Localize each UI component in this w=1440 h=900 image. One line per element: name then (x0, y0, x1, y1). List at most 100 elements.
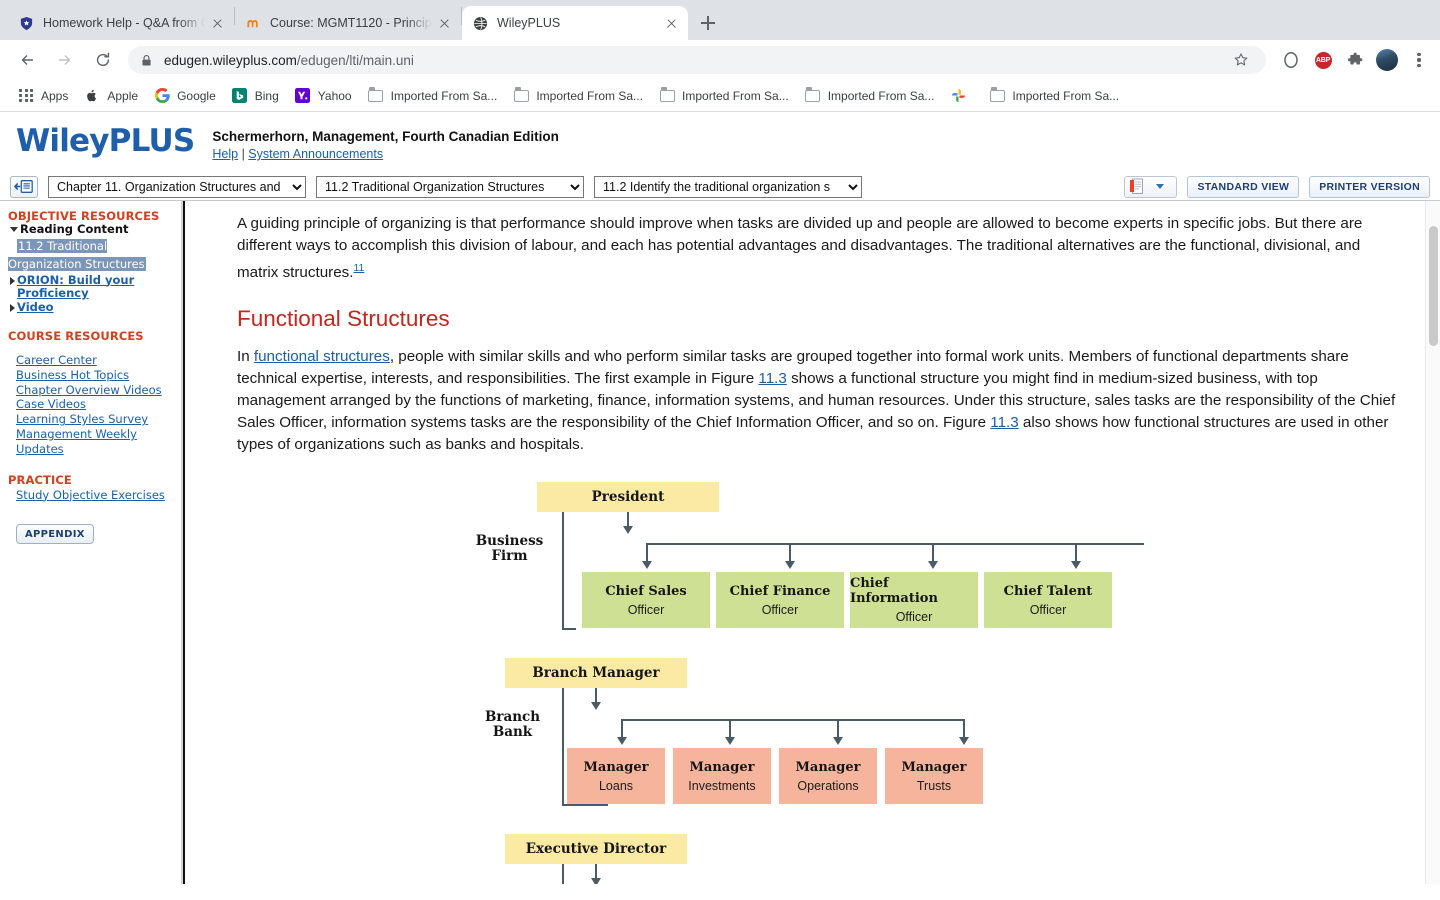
objective-select[interactable]: 11.2 Identify the traditional organizati… (594, 175, 862, 198)
bookmark-yahoo[interactable]: Yahoo (287, 84, 360, 108)
chapter-select[interactable]: Chapter 11. Organization Structures and (48, 175, 306, 198)
intro-text: A guiding principle of organizing is tha… (237, 215, 1363, 282)
connector-horizontal (621, 719, 965, 722)
extension-oval-icon[interactable] (1278, 47, 1304, 73)
sidebar-item-video[interactable]: Video (8, 300, 175, 315)
sidebar-link-study-objective-exercises[interactable]: Study Objective Exercises (16, 488, 175, 503)
globe-icon (472, 15, 488, 31)
new-tab-button[interactable] (694, 9, 722, 37)
left-sidebar: OBJECTIVE RESOURCES Reading Content 11.2… (0, 201, 181, 884)
sidebar-link-chapter-overview-videos[interactable]: Chapter Overview Videos (16, 383, 175, 398)
system-announcements-link[interactable]: System Announcements (248, 147, 383, 161)
arrow-down-icon (617, 737, 627, 746)
browser-chrome: Homework Help - Q&A from On Course: MGMT… (0, 0, 1440, 112)
leaf-subtitle: Officer (761, 602, 799, 617)
browser-tab-1[interactable]: Homework Help - Q&A from On (8, 6, 234, 40)
bookmark-bing[interactable]: Bing (224, 84, 287, 108)
bookmark-imported-4[interactable]: Imported From Sa... (797, 84, 943, 108)
content-toolbar: Chapter 11. Organization Structures and … (0, 173, 1440, 201)
bookmark-imported-2[interactable]: Imported From Sa... (505, 84, 651, 108)
address-bar[interactable]: edugen.wileyplus.com/edugen/lti/main.uni (128, 46, 1266, 74)
leaf-box: Manager Investments (673, 748, 771, 805)
adblock-plus-icon[interactable]: ABP (1310, 47, 1336, 73)
standard-view-button[interactable]: STANDARD VIEW (1187, 175, 1300, 198)
pdf-download-group[interactable] (1124, 175, 1178, 198)
wileyplus-header: WileyPLUS Schermerhorn, Management, Four… (0, 112, 1440, 162)
functional-structures-link[interactable]: functional structures (254, 348, 390, 365)
sidebar-link-case-videos[interactable]: Case Videos (16, 397, 175, 412)
side-label-branch-bank: Branch Bank (465, 710, 560, 740)
sidebar-link-career-center[interactable]: Career Center (16, 353, 175, 368)
sidebar-link-management-weekly-updates[interactable]: Management Weekly Updates (16, 427, 175, 457)
bookmark-google[interactable]: Google (146, 84, 224, 108)
url-text: edugen.wileyplus.com/edugen/lti/main.uni (164, 53, 414, 68)
chrome-menu-icon[interactable] (1406, 47, 1432, 73)
bookmark-apple[interactable]: Apple (76, 84, 146, 108)
tab-title: Course: MGMT1120 - Principles (270, 16, 432, 30)
top-box-branch-manager: Branch Manager (505, 658, 687, 689)
sidebar-item-selected-section[interactable]: 11.2 Traditional Organization Structures (8, 237, 175, 273)
apps-grid-icon (18, 88, 34, 104)
sidebar-item-orion[interactable]: ORION: Build your Proficiency (8, 272, 175, 301)
bookmark-google-photos[interactable] (942, 84, 981, 108)
leaf-box: Chief Finance Officer (716, 572, 844, 629)
help-link[interactable]: Help (212, 147, 238, 161)
content-scrollbar[interactable] (1425, 201, 1440, 884)
leaf-title: Manager (583, 759, 649, 775)
arrow-down-icon (642, 561, 652, 570)
caret-down-icon[interactable] (1156, 184, 1165, 189)
leaf-box: Chief Talent Officer (984, 572, 1112, 629)
side-label-line1: Branch (484, 709, 541, 726)
table-of-contents-icon[interactable] (10, 175, 38, 198)
arrow-down-icon (725, 737, 735, 746)
footnote-11-link[interactable]: 11 (353, 262, 364, 274)
sidebar-link-business-hot-topics[interactable]: Business Hot Topics (16, 368, 175, 383)
arrow-down-icon (1071, 561, 1081, 570)
browser-tab-2[interactable]: Course: MGMT1120 - Principles (235, 6, 461, 40)
arrow-down-icon (785, 561, 795, 570)
book-title: Schermerhorn, Management, Fourth Canadia… (212, 129, 559, 144)
figure-11-3-link-1[interactable]: 11.3 (758, 370, 786, 387)
browser-toolbar: edugen.wileyplus.com/edugen/lti/main.uni… (0, 40, 1440, 80)
bookmark-label: Imported From Sa... (682, 88, 789, 103)
close-icon[interactable] (663, 15, 680, 32)
section-select[interactable]: 11.2 Traditional Organization Structures (316, 175, 584, 198)
leaf-box: Chief Information Officer (850, 572, 978, 629)
sidebar-item-reading-content[interactable]: Reading Content (8, 222, 175, 237)
apple-icon (84, 88, 100, 104)
leaf-title: Chief Talent (1003, 583, 1093, 599)
sidebar-link-learning-styles-survey[interactable]: Learning Styles Survey (16, 412, 175, 427)
wileyplus-page: WileyPLUS Schermerhorn, Management, Four… (0, 112, 1440, 900)
forward-icon (51, 46, 79, 74)
browser-tab-3-active[interactable]: WileyPLUS (462, 6, 688, 40)
extensions-puzzle-icon[interactable] (1342, 47, 1368, 73)
side-label-line2: Firm (491, 548, 528, 565)
close-icon[interactable] (209, 15, 226, 32)
leaf-box: Chief Sales Officer (582, 572, 710, 629)
bookmark-apps[interactable]: Apps (10, 84, 76, 108)
back-icon[interactable] (13, 46, 41, 74)
close-icon[interactable] (436, 15, 453, 32)
appendix-button[interactable]: APPENDIX (16, 524, 94, 545)
leaf-title: Manager (795, 759, 861, 775)
figure-11-3-link-2[interactable]: 11.3 (990, 414, 1018, 431)
reload-icon[interactable] (89, 46, 117, 74)
stem-3 (837, 719, 839, 740)
practice-heading: PRACTICE (8, 472, 72, 487)
bookmarks-bar: Apps Apple Google Bing Yahoo Imported Fr… (0, 80, 1440, 112)
bookmark-imported-3[interactable]: Imported From Sa... (651, 84, 797, 108)
printer-version-button[interactable]: PRINTER VERSION (1309, 175, 1430, 198)
orion-label: ORION: Build your Proficiency (17, 272, 135, 300)
scrollbar-thumb[interactable] (1429, 226, 1438, 346)
section-heading: Functional Structures (237, 306, 450, 332)
top-box-president: President (537, 482, 719, 513)
bookmark-imported-5[interactable]: Imported From Sa... (981, 84, 1127, 108)
functional-structures-paragraph: In functional structures, people with si… (237, 346, 1396, 456)
shield-star-icon (18, 15, 34, 31)
chevron-down-icon (10, 227, 18, 232)
business-firm-org-chart: Business Firm President Chief Sales Offi… (237, 482, 1396, 632)
yahoo-icon (295, 88, 311, 104)
bookmark-star-icon[interactable] (1228, 47, 1254, 73)
bookmark-imported-1[interactable]: Imported From Sa... (360, 84, 506, 108)
profile-avatar[interactable] (1374, 47, 1400, 73)
